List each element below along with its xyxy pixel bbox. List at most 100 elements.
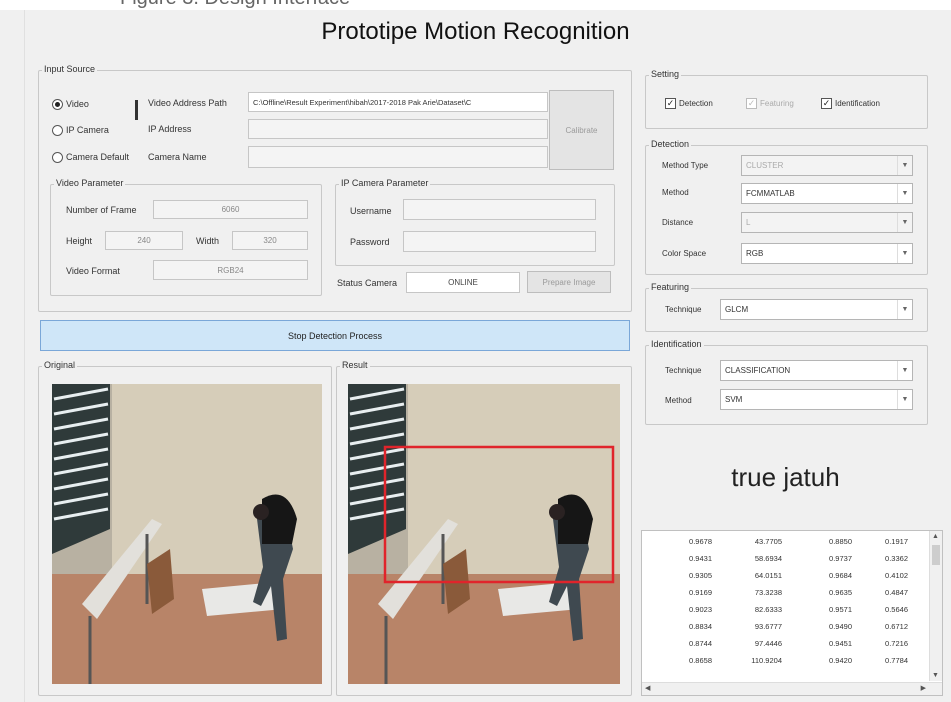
original-label: Original — [42, 360, 78, 370]
table-cell: 0.9420 — [829, 656, 852, 665]
table-row: 0.9678 43.7705 0.8850 0.1917 — [642, 537, 930, 553]
featuring-technique-label: Technique — [665, 305, 702, 314]
result-text: true jatuh — [731, 462, 840, 492]
method-select[interactable]: FCMMATLAB ▼ — [741, 183, 913, 204]
vertical-scrollbar[interactable]: ▲ ▼ — [929, 531, 942, 681]
ip-camera-parameter-label: IP Camera Parameter — [339, 178, 431, 188]
chevron-down-icon: ▼ — [897, 300, 912, 319]
table-cell: 0.7216 — [885, 639, 908, 648]
identification-group — [645, 345, 928, 425]
table-row: 0.9023 82.6333 0.9571 0.5646 — [642, 605, 930, 621]
radio-ip-camera[interactable] — [52, 125, 63, 136]
table-cell: 0.8850 — [829, 537, 852, 546]
identification-label: Identification — [649, 339, 704, 349]
chevron-down-icon: ▼ — [897, 390, 912, 409]
setting-label: Setting — [649, 69, 682, 79]
identification-checkbox[interactable]: ✓ — [821, 98, 832, 109]
radio-camera-default-label: Camera Default — [66, 152, 130, 162]
video-parameter-label: Video Parameter — [54, 178, 126, 188]
camera-name-field[interactable] — [248, 146, 548, 168]
width-label: Width — [196, 236, 220, 246]
chevron-down-icon: ▼ — [897, 184, 912, 203]
radio-ip-camera-label: IP Camera — [66, 125, 109, 135]
video-address-field[interactable]: C:\Offline\Result Experiment\hibah\2017-… — [248, 92, 548, 112]
status-camera-value: ONLINE — [406, 272, 520, 293]
username-label: Username — [350, 206, 392, 216]
ip-address-label: IP Address — [148, 124, 192, 134]
table-cell: 0.9684 — [829, 571, 852, 580]
radio-video-label: Video — [66, 99, 89, 109]
table-cell: 0.9451 — [829, 639, 852, 648]
identification-method-label: Method — [665, 396, 692, 405]
featuring-technique-select[interactable]: GLCM ▼ — [720, 299, 913, 320]
chevron-down-icon: ▼ — [897, 156, 912, 175]
ip-address-field[interactable] — [248, 119, 548, 139]
scroll-down-icon[interactable]: ▼ — [932, 672, 939, 679]
detection-checkbox[interactable]: ✓ — [665, 98, 676, 109]
height-field: 240 — [105, 231, 183, 250]
table-cell: 0.6712 — [885, 622, 908, 631]
table-row: 0.8658 110.9204 0.9420 0.7784 — [642, 656, 930, 672]
camera-name-label: Camera Name — [148, 152, 207, 162]
video-address-label: Video Address Path — [148, 98, 227, 108]
table-cell: 0.9305 — [689, 571, 712, 580]
table-cell: 73.3238 — [754, 588, 782, 597]
featuring-checkbox[interactable]: ✓ — [746, 98, 757, 109]
prepare-image-button[interactable]: Prepare Image — [527, 271, 611, 293]
height-label: Height — [66, 236, 93, 246]
scroll-right-icon[interactable]: ▶ — [921, 684, 926, 692]
table-cell: 82.6333 — [754, 605, 782, 614]
width-field: 320 — [232, 231, 308, 250]
username-field[interactable] — [403, 199, 596, 220]
password-label: Password — [350, 237, 390, 247]
table-cell: 0.9490 — [829, 622, 852, 631]
window-title: Prototipe Motion Recognition — [321, 18, 630, 45]
radio-video[interactable] — [52, 99, 63, 110]
input-source-label: Input Source — [42, 64, 98, 74]
method-type-select[interactable]: CLUSTER ▼ — [741, 155, 913, 176]
table-cell: 43.7705 — [754, 537, 782, 546]
scroll-left-icon[interactable]: ◀ — [645, 684, 650, 692]
table-row: 0.8834 93.6777 0.9490 0.6712 — [642, 622, 930, 638]
color-space-select[interactable]: RGB ▼ — [741, 243, 913, 264]
table-cell: 0.9571 — [829, 605, 852, 614]
featuring-check-label: Featuring — [760, 99, 794, 108]
identification-method-select[interactable]: SVM ▼ — [720, 389, 913, 410]
table-cell: 93.6777 — [754, 622, 782, 631]
scroll-thumb[interactable] — [932, 545, 940, 565]
table-cell: 0.4102 — [885, 571, 908, 580]
result-video-frame — [348, 384, 620, 684]
status-camera-label: Status Camera — [337, 278, 398, 288]
featuring-label: Featuring — [649, 282, 692, 292]
password-field[interactable] — [403, 231, 596, 252]
distance-label: Distance — [662, 218, 694, 227]
detection-label: Detection — [649, 139, 692, 149]
identification-technique-label: Technique — [665, 366, 702, 375]
table-cell: 0.9431 — [689, 554, 712, 563]
method-label: Method — [662, 188, 689, 197]
original-video-frame — [52, 384, 322, 684]
table-cell: 0.7784 — [885, 656, 908, 665]
frames-label: Number of Frame — [66, 205, 137, 215]
distance-select[interactable]: L ▼ — [741, 212, 913, 233]
result-label: Result — [340, 360, 370, 370]
identification-check-label: Identification — [835, 99, 880, 108]
frames-field: 6060 — [153, 200, 308, 219]
table-cell: 58.6934 — [754, 554, 782, 563]
scroll-up-icon[interactable]: ▲ — [932, 533, 939, 540]
stop-detection-button[interactable]: Stop Detection Process — [40, 320, 630, 351]
feature-table: 0.9678 43.7705 0.8850 0.1917 0.9431 58.6934 0.… — [641, 530, 943, 696]
table-cell: 0.9635 — [829, 588, 852, 597]
table-body: 0.9678 43.7705 0.8850 0.1917 0.9431 58.6934 0.… — [642, 533, 930, 675]
table-row: 0.8744 97.4446 0.9451 0.7216 — [642, 639, 930, 655]
radio-camera-default[interactable] — [52, 152, 63, 163]
calibrate-button[interactable]: Calibrate — [549, 90, 614, 170]
horizontal-scrollbar[interactable]: ◀ ▶ — [642, 682, 942, 695]
format-field: RGB24 — [153, 260, 308, 280]
table-cell: 0.9678 — [689, 537, 712, 546]
ip-camera-parameter-group — [335, 184, 615, 266]
table-cell: 64.0151 — [754, 571, 782, 580]
method-type-label: Method Type — [662, 161, 709, 170]
table-cell: 0.9023 — [689, 605, 712, 614]
identification-technique-select[interactable]: CLASSIFICATION ▼ — [720, 360, 913, 381]
